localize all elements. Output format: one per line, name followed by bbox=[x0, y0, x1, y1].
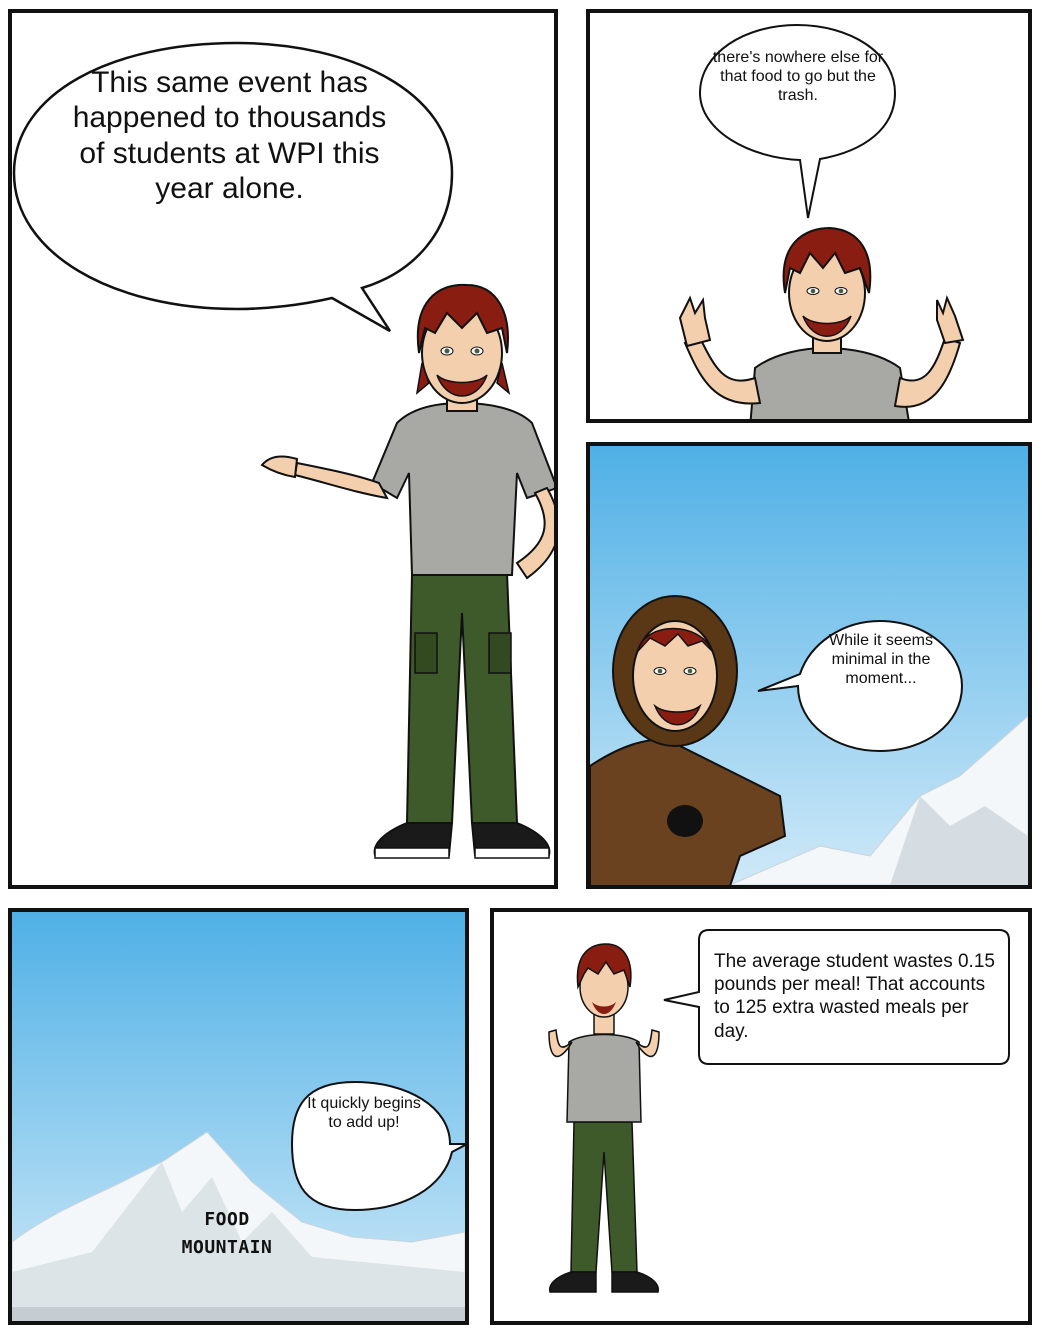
comic-panel-2: there's nowhere else for that food to go… bbox=[586, 9, 1032, 423]
comic-panel-4: It quickly begins to add up! FOOD MOUNTA… bbox=[8, 908, 469, 1325]
comic-panel-3: While it seems minimal in the moment... bbox=[586, 442, 1032, 889]
student-character-small bbox=[548, 943, 660, 1293]
panel-3-scene bbox=[590, 446, 1028, 885]
comic-panel-5: The average student wastes 0.15 pounds p… bbox=[490, 908, 1032, 1325]
student-character bbox=[260, 283, 554, 859]
speech-text: The average student wastes 0.15 pounds p… bbox=[714, 951, 995, 1042]
comic-panel-1: This same event has happened to thousand… bbox=[8, 9, 558, 889]
speech-text: It quickly begins to add up! bbox=[307, 1095, 421, 1131]
speech-text: there's nowhere else for that food to go… bbox=[712, 49, 884, 104]
mountain-label-line-2: MOUNTAIN bbox=[181, 1237, 273, 1258]
speech-text: This same event has happened to thousand… bbox=[72, 66, 387, 206]
speech-text: While it seems minimal in the moment... bbox=[828, 632, 934, 687]
mountain-label-line-1: FOOD bbox=[204, 1209, 250, 1230]
student-character-shrug bbox=[678, 226, 965, 419]
